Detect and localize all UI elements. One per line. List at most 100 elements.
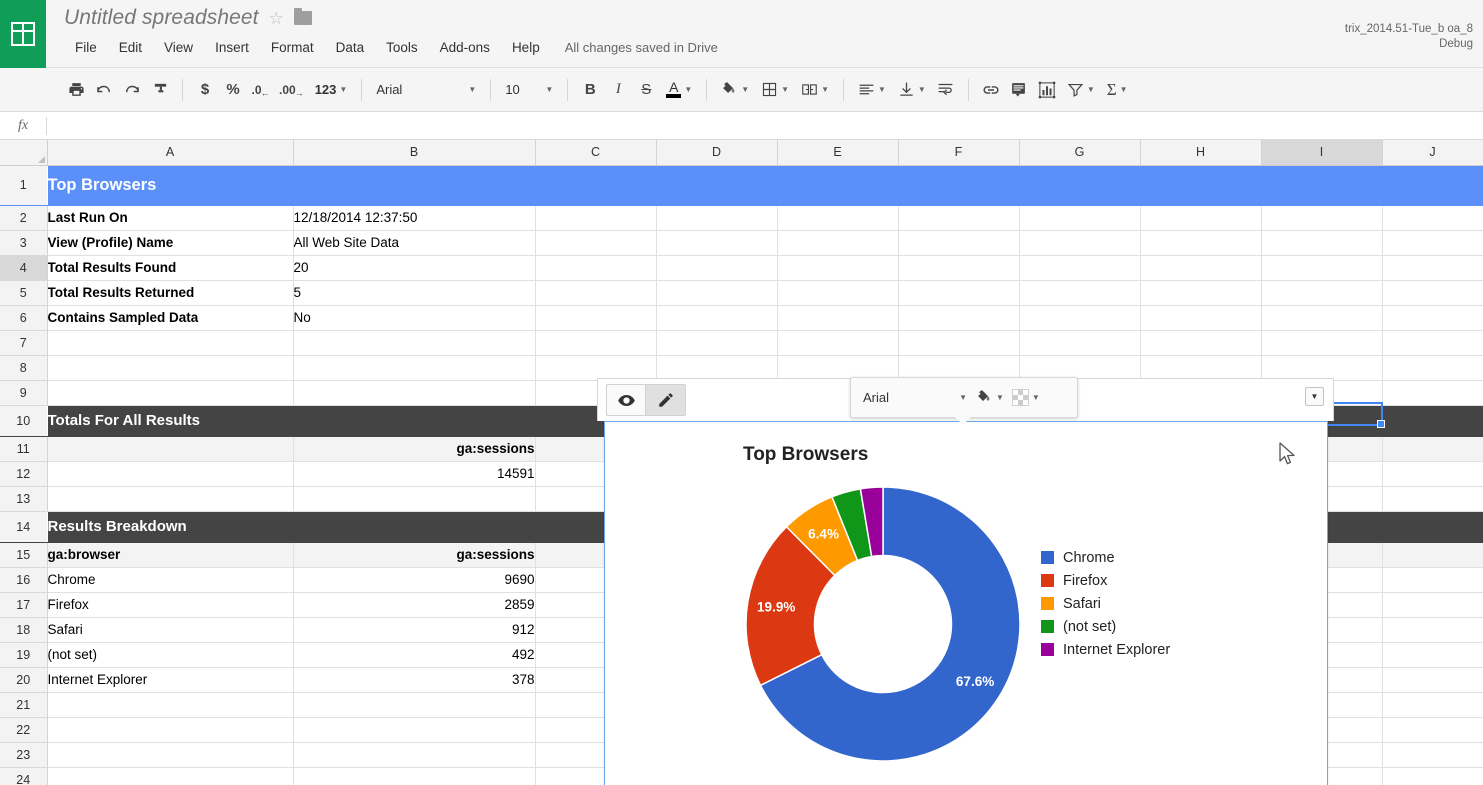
horizontal-align-button[interactable]: ▼ <box>852 76 892 104</box>
folder-icon[interactable] <box>294 11 312 25</box>
cell-B9[interactable] <box>293 380 535 405</box>
cell-C2[interactable] <box>535 205 656 230</box>
cell-G2[interactable] <box>1019 205 1140 230</box>
cell-J11[interactable] <box>1382 436 1483 461</box>
cell-A13[interactable] <box>47 486 293 511</box>
row-header-19[interactable]: 19 <box>0 642 47 667</box>
cell-D5[interactable] <box>656 280 777 305</box>
row-header-15[interactable]: 15 <box>0 542 47 567</box>
text-color-button[interactable]: A ▼ <box>660 76 698 104</box>
cell-J16[interactable] <box>1382 567 1483 592</box>
cell-A9[interactable] <box>47 380 293 405</box>
column-header-g[interactable]: G <box>1019 140 1140 165</box>
cell-C5[interactable] <box>535 280 656 305</box>
cell-J7[interactable] <box>1382 330 1483 355</box>
chart-view-mode-button[interactable] <box>606 384 646 416</box>
cell-I7[interactable] <box>1261 330 1382 355</box>
cell-I8[interactable] <box>1261 355 1382 380</box>
chart-border-color-button[interactable]: ▼ <box>1009 384 1043 411</box>
column-header-e[interactable]: E <box>777 140 898 165</box>
cell-B8[interactable] <box>293 355 535 380</box>
legend-item[interactable]: (not set) <box>1041 615 1170 638</box>
row-header-8[interactable]: 8 <box>0 355 47 380</box>
chart-font-select[interactable]: Arial ▼ <box>859 384 971 411</box>
cell-A2[interactable]: Last Run On <box>47 205 293 230</box>
cell-B16[interactable]: 9690 <box>293 567 535 592</box>
cell-D7[interactable] <box>656 330 777 355</box>
cell-J21[interactable] <box>1382 692 1483 717</box>
cell-J5[interactable] <box>1382 280 1483 305</box>
cell-J3[interactable] <box>1382 230 1483 255</box>
row-header-17[interactable]: 17 <box>0 592 47 617</box>
cell-D6[interactable] <box>656 305 777 330</box>
cell-G4[interactable] <box>1019 255 1140 280</box>
cell-C3[interactable] <box>535 230 656 255</box>
chart-options-dropdown[interactable]: ▼ <box>1305 387 1324 406</box>
menu-item-help[interactable]: Help <box>501 36 551 59</box>
column-header-d[interactable]: D <box>656 140 777 165</box>
cell-H8[interactable] <box>1140 355 1261 380</box>
page-title[interactable]: Untitled spreadsheet <box>64 4 259 32</box>
undo-icon[interactable] <box>90 76 118 104</box>
cell-F6[interactable] <box>898 305 1019 330</box>
cell-F3[interactable] <box>898 230 1019 255</box>
percent-format-button[interactable]: % <box>219 76 247 104</box>
cell-A23[interactable] <box>47 742 293 767</box>
cell-I5[interactable] <box>1261 280 1382 305</box>
cell-B21[interactable] <box>293 692 535 717</box>
column-header-j[interactable]: J <box>1382 140 1483 165</box>
cell-J12[interactable] <box>1382 461 1483 486</box>
star-outline-icon[interactable]: ☆ <box>269 10 284 27</box>
cell-J22[interactable] <box>1382 717 1483 742</box>
cell-J24[interactable] <box>1382 767 1483 785</box>
sheets-logo-icon[interactable] <box>0 0 46 68</box>
chart-edit-mode-button[interactable] <box>646 384 686 416</box>
chart-overlay[interactable]: ▼ Arial ▼ ▼ <box>597 378 1334 785</box>
cell-A8[interactable] <box>47 355 293 380</box>
merge-cells-button[interactable]: ▼ <box>795 76 835 104</box>
cell-H4[interactable] <box>1140 255 1261 280</box>
cell-A12[interactable] <box>47 461 293 486</box>
cell-A22[interactable] <box>47 717 293 742</box>
chart-canvas[interactable]: Top Browsers 67.6%19.9%6.4% ChromeFirefo… <box>604 421 1328 785</box>
cell-I4[interactable] <box>1261 255 1382 280</box>
row-header-9[interactable]: 9 <box>0 380 47 405</box>
cell-B11[interactable]: ga:sessions <box>293 436 535 461</box>
menu-item-insert[interactable]: Insert <box>204 36 260 59</box>
chart-fill-color-button[interactable]: ▼ <box>973 384 1007 411</box>
row-header-11[interactable]: 11 <box>0 436 47 461</box>
column-header-h[interactable]: H <box>1140 140 1261 165</box>
cell-A11[interactable] <box>47 436 293 461</box>
cell-E7[interactable] <box>777 330 898 355</box>
increase-decimal-button[interactable]: .00 → <box>275 76 309 104</box>
cell-B7[interactable] <box>293 330 535 355</box>
decrease-decimal-button[interactable]: .0 ← <box>247 76 275 104</box>
row-header-2[interactable]: 2 <box>0 205 47 230</box>
cell-D3[interactable] <box>656 230 777 255</box>
cell-J13[interactable] <box>1382 486 1483 511</box>
cell-F5[interactable] <box>898 280 1019 305</box>
formula-input[interactable] <box>47 112 1483 139</box>
cell-G6[interactable] <box>1019 305 1140 330</box>
cell-H2[interactable] <box>1140 205 1261 230</box>
cell-A24[interactable] <box>47 767 293 785</box>
cell-H3[interactable] <box>1140 230 1261 255</box>
menu-item-tools[interactable]: Tools <box>375 36 429 59</box>
cell-D2[interactable] <box>656 205 777 230</box>
cell-J20[interactable] <box>1382 667 1483 692</box>
borders-button[interactable]: ▼ <box>755 76 795 104</box>
cell-B15[interactable]: ga:sessions <box>293 542 535 567</box>
cell-J17[interactable] <box>1382 592 1483 617</box>
currency-format-button[interactable]: $ <box>191 76 219 104</box>
cell-B23[interactable] <box>293 742 535 767</box>
cell-A15[interactable]: ga:browser <box>47 542 293 567</box>
insert-comment-button[interactable] <box>1005 76 1033 104</box>
row-header-6[interactable]: 6 <box>0 305 47 330</box>
bold-button[interactable]: B <box>576 76 604 104</box>
cell-A4[interactable]: Total Results Found <box>47 255 293 280</box>
cell-C6[interactable] <box>535 305 656 330</box>
more-formats-button[interactable]: 123 ▼ <box>309 76 354 104</box>
font-size-select[interactable]: 10 ▼ <box>499 76 559 104</box>
column-header-f[interactable]: F <box>898 140 1019 165</box>
cell-C8[interactable] <box>535 355 656 380</box>
